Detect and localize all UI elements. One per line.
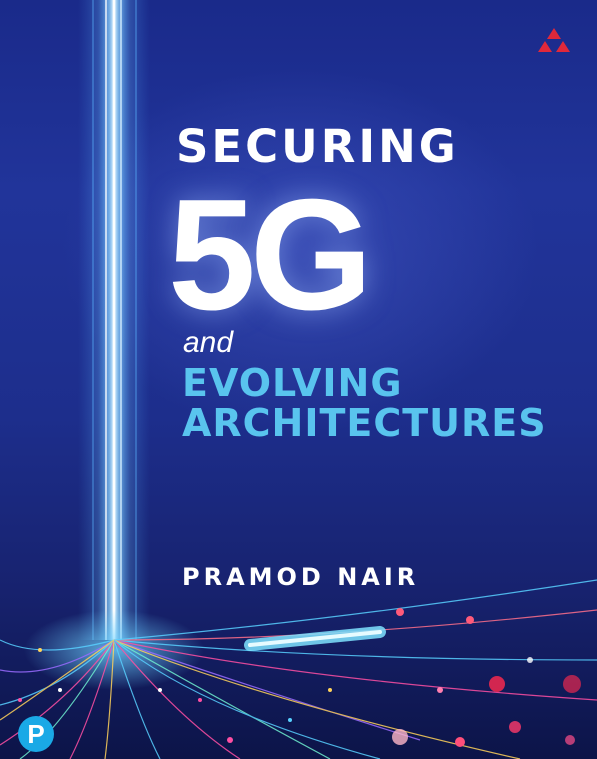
title-evolving: EVOLVING: [182, 361, 403, 405]
pearson-logo-icon: P: [18, 716, 54, 752]
triangle-mark-icon: [538, 28, 570, 52]
title-architectures: ARCHITECTURES: [182, 401, 547, 445]
title-5g: 5G: [168, 167, 373, 343]
author-name: PRAMOD NAIR: [182, 563, 420, 591]
title-and: and: [183, 326, 234, 359]
title-securing: SECURING: [176, 120, 459, 173]
book-cover: SECURING 5G and EVOLVING ARCHITECTURES P…: [0, 0, 597, 759]
